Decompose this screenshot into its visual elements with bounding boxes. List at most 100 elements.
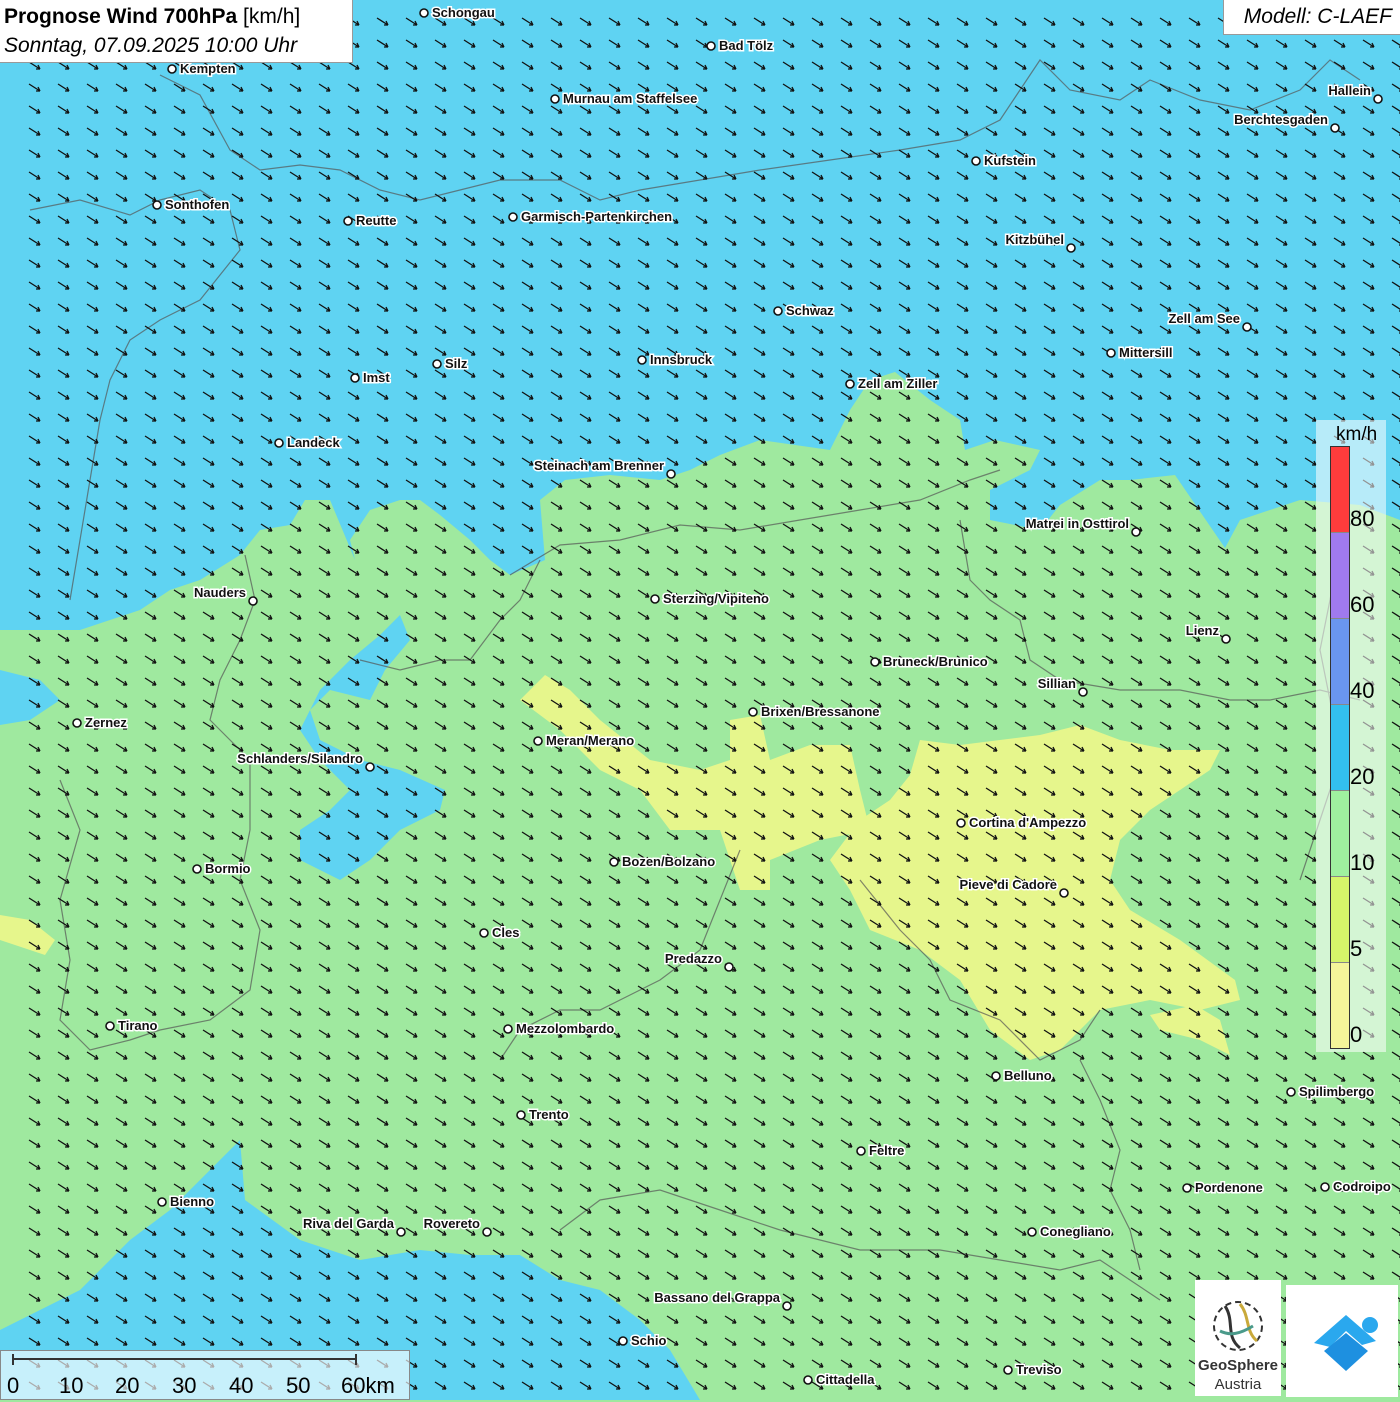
city-label: Cittadella xyxy=(816,1372,875,1387)
city-label: Zell am Ziller xyxy=(858,376,937,391)
scale-label: 40 xyxy=(229,1373,254,1398)
city-dot-icon xyxy=(482,1227,492,1237)
city-label: Steinach am Brenner xyxy=(534,458,664,473)
city-dot-icon xyxy=(1182,1183,1192,1193)
city-dot-icon xyxy=(1330,123,1340,133)
city-label: Bozen/Bolzano xyxy=(622,854,715,869)
map-title-unit: [km/h] xyxy=(243,5,301,28)
city-label: Zernez xyxy=(85,715,127,730)
city-dot-icon xyxy=(157,1197,167,1207)
legend-swatch xyxy=(1331,533,1349,619)
city-dot-icon xyxy=(724,962,734,972)
scale-label: 50 xyxy=(286,1373,311,1398)
city-dot-icon xyxy=(105,1021,115,1031)
geosphere-country: Austria xyxy=(1214,1376,1262,1393)
city-marker: Pordenone xyxy=(1182,1179,1264,1197)
city-marker: Zell am Ziller xyxy=(845,375,939,393)
city-label: Bad Tölz xyxy=(719,38,774,53)
city-dot-icon xyxy=(1320,1182,1330,1192)
city-dot-icon xyxy=(803,1375,813,1385)
legend-label: 0 xyxy=(1350,1022,1363,1047)
city-dot-icon xyxy=(192,864,202,874)
legend-swatch xyxy=(1331,791,1349,877)
city-label: Cortina d'Ampezzo xyxy=(969,815,1086,830)
city-dot-icon xyxy=(782,1301,792,1311)
city-dot-icon xyxy=(1242,322,1252,332)
city-dot-icon xyxy=(1078,687,1088,697)
scale-label: 10 xyxy=(59,1373,84,1398)
city-dot-icon xyxy=(432,359,442,369)
city-label: Murnau am Staffelsee xyxy=(563,91,697,106)
city-label: Sillian xyxy=(1038,676,1076,691)
city-label: Bormio xyxy=(205,861,251,876)
city-marker: Cortina d'Ampezzo xyxy=(956,814,1088,832)
city-dot-icon xyxy=(365,762,375,772)
city-label: Trento xyxy=(529,1107,569,1122)
city-dot-icon xyxy=(845,379,855,389)
city-marker: Bozen/Bolzano xyxy=(609,853,717,871)
city-dot-icon xyxy=(618,1336,628,1346)
city-label: Bassano del Grappa xyxy=(654,1290,780,1305)
city-label: Kempten xyxy=(180,61,236,76)
city-label: Spilimbergo xyxy=(1299,1084,1374,1099)
city-label: Brixen/Bressanone xyxy=(761,704,880,719)
legend-label: 5 xyxy=(1350,936,1363,961)
city-dot-icon xyxy=(1003,1365,1013,1375)
legend-label: 20 xyxy=(1350,764,1375,789)
city-dot-icon xyxy=(350,373,360,383)
geosphere-logo: GeoSphere Austria xyxy=(1195,1280,1281,1396)
city-dot-icon xyxy=(748,707,758,717)
legend-label: 40 xyxy=(1350,678,1375,703)
scale-label: 20 xyxy=(115,1373,140,1398)
city-label: Riva del Garda xyxy=(303,1216,395,1231)
city-label: Predazzo xyxy=(665,951,722,966)
city-label: Imst xyxy=(363,370,390,385)
city-dot-icon xyxy=(167,64,177,74)
city-marker: Bruneck/Brunico xyxy=(870,653,989,671)
legend-label: 10 xyxy=(1350,850,1375,875)
city-marker: Conegliano xyxy=(1027,1223,1112,1241)
scale-label: 30 xyxy=(172,1373,197,1398)
wind-app-icon xyxy=(1314,1315,1378,1371)
city-label: Pieve di Cadore xyxy=(959,877,1057,892)
city-label: Kufstein xyxy=(984,153,1036,168)
legend-swatch xyxy=(1331,963,1349,1048)
city-dot-icon xyxy=(72,718,82,728)
city-dot-icon xyxy=(419,8,429,18)
wind-map: Schongau Bad Tölz Kempten Murnau am Staffel… xyxy=(0,0,1400,1400)
city-marker: Sonthofen xyxy=(152,196,231,214)
city-label: Schwaz xyxy=(786,303,834,318)
color-legend: km/h 80 60 40 20 10 5 0 xyxy=(1316,420,1386,1052)
city-label: Rovereto xyxy=(424,1216,480,1231)
city-dot-icon xyxy=(1286,1087,1296,1097)
city-label: Reutte xyxy=(356,213,396,228)
city-dot-icon xyxy=(609,857,619,867)
legend-swatch xyxy=(1331,877,1349,963)
city-label: Belluno xyxy=(1004,1068,1052,1083)
legend-label: 80 xyxy=(1350,506,1375,531)
city-dot-icon xyxy=(550,94,560,104)
map-title-box: Prognose Wind 700hPa [km/h] Sonntag, 07.… xyxy=(0,0,353,63)
city-label: Sterzing/Vipiteno xyxy=(663,591,769,606)
city-dot-icon xyxy=(516,1110,526,1120)
city-dot-icon xyxy=(1221,634,1231,644)
city-marker: Murnau am Staffelsee xyxy=(550,90,699,108)
city-dot-icon xyxy=(773,306,783,316)
model-box: Modell: C-LAEF xyxy=(1223,0,1400,35)
city-label: Feltre xyxy=(869,1143,904,1158)
city-marker: Spilimbergo xyxy=(1286,1083,1376,1101)
city-marker: Brixen/Bressanone xyxy=(748,703,881,721)
city-marker: Sterzing/Vipiteno xyxy=(650,590,770,608)
city-dot-icon xyxy=(956,818,966,828)
scale-bar: 0 10 20 30 40 50 60km xyxy=(0,1350,410,1400)
scale-ruler xyxy=(12,1354,357,1365)
legend-swatch xyxy=(1331,705,1349,791)
city-dot-icon xyxy=(533,736,543,746)
geosphere-name: GeoSphere xyxy=(1197,1357,1279,1374)
city-label: Schio xyxy=(631,1333,666,1348)
map-title-main: Prognose Wind 700hPa xyxy=(4,5,238,28)
city-label: Landeck xyxy=(287,435,341,450)
legend-label: 60 xyxy=(1350,592,1375,617)
city-dot-icon xyxy=(666,469,676,479)
model-label: Modell: C-LAEF xyxy=(1243,5,1392,28)
